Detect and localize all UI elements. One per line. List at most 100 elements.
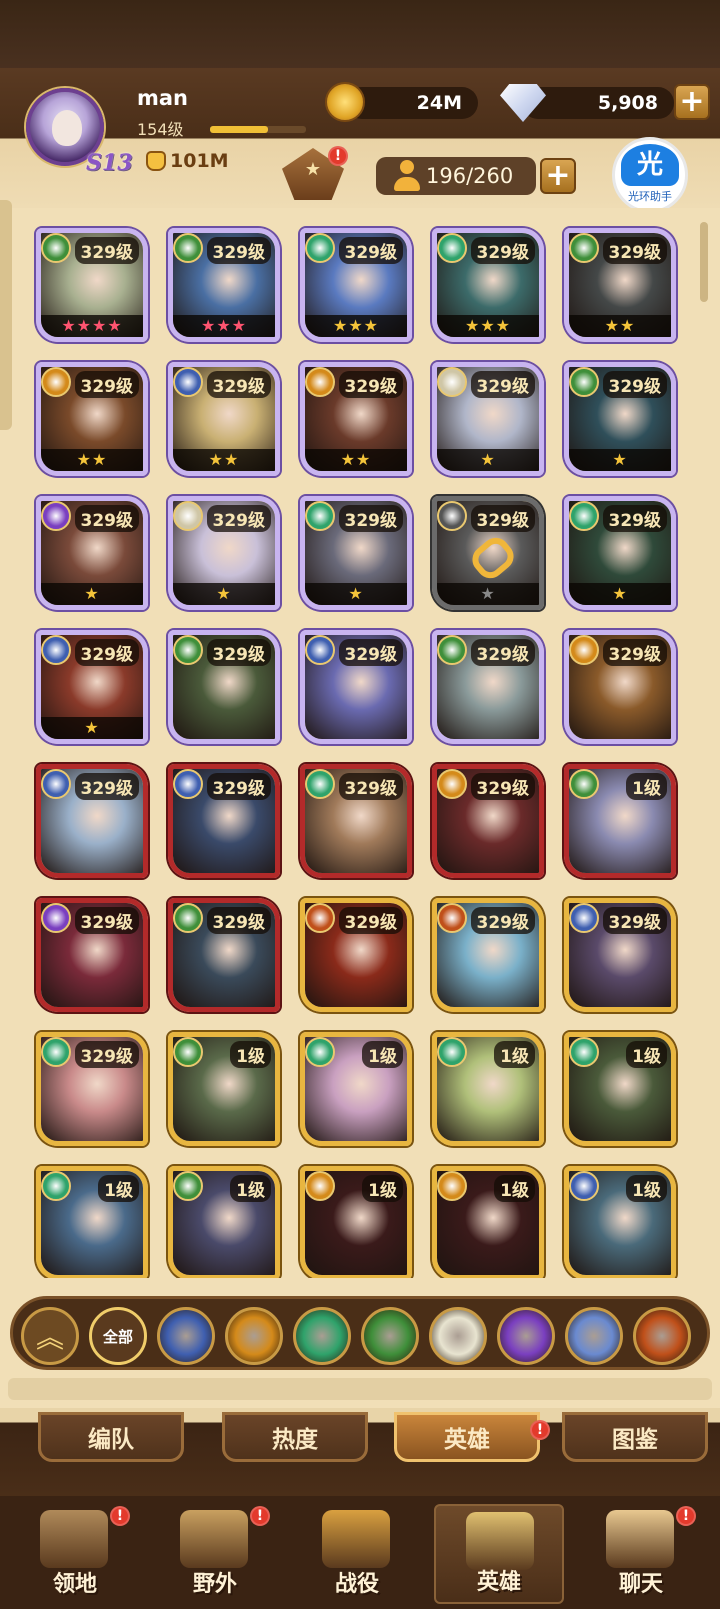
hero-card[interactable]: 329级 ★★ xyxy=(36,362,148,476)
nav-alert-dot: ! xyxy=(676,1506,696,1526)
nav-item[interactable]: 战役 xyxy=(292,1504,422,1604)
hero-card[interactable]: 329级 ★★★ xyxy=(300,228,412,342)
hero-card[interactable]: 1级 xyxy=(564,1166,676,1278)
subtab-label: 图鉴 xyxy=(612,1427,658,1453)
season-badge: S13 xyxy=(86,150,133,176)
xp-bar-fill xyxy=(210,126,268,133)
hero-card[interactable]: 329级 xyxy=(300,630,412,744)
hero-card[interactable]: 329级 xyxy=(300,898,412,1012)
hero-level: 329级 xyxy=(470,505,535,532)
hero-stars: ★ xyxy=(569,583,671,605)
graveborn-icon[interactable] xyxy=(361,1307,419,1365)
wilder-icon[interactable] xyxy=(293,1307,351,1365)
hero-card[interactable]: 329级 ★★ xyxy=(564,228,676,342)
hero-capacity-value: 196/260 xyxy=(426,164,514,188)
hero-card[interactable]: 329级 xyxy=(36,1032,148,1146)
dimensional-icon[interactable] xyxy=(565,1307,623,1365)
hero-stars: ★ xyxy=(437,449,539,471)
add-diamonds-button[interactable]: + xyxy=(674,84,710,120)
hero-card[interactable]: 1级 xyxy=(300,1166,412,1278)
hero-level: 329级 xyxy=(470,907,535,934)
hero-card[interactable]: 1级 xyxy=(36,1166,148,1278)
hero-stars: ★★★ xyxy=(437,315,539,337)
hero-card[interactable]: 1级 xyxy=(564,1032,676,1146)
hero-card[interactable]: 329级 xyxy=(432,630,544,744)
hero-card[interactable]: 329级 ★ xyxy=(432,496,544,610)
nav-item[interactable]: 英雄 xyxy=(434,1504,564,1604)
hero-card[interactable]: 329级 xyxy=(36,764,148,878)
helper-overlay-button[interactable]: 光 光环助手 xyxy=(612,137,688,213)
combat-power: 101M xyxy=(146,150,229,172)
nav-label: 聊天 xyxy=(618,1572,663,1597)
hero-card[interactable]: 329级 xyxy=(300,764,412,878)
hero-card[interactable]: 329级 ★ xyxy=(36,630,148,744)
hero-stars: ★ xyxy=(569,449,671,471)
faction-icon xyxy=(41,903,71,933)
faction-icon xyxy=(41,233,71,263)
draconis-icon[interactable] xyxy=(633,1307,691,1365)
hero-level: 329级 xyxy=(206,371,271,398)
subtab[interactable]: 图鉴 xyxy=(562,1412,708,1462)
hero-card[interactable]: 329级 xyxy=(432,898,544,1012)
subtab[interactable]: 英雄 xyxy=(394,1412,540,1462)
hero-level: 329级 xyxy=(470,237,535,264)
faction-icon xyxy=(305,233,335,263)
divider xyxy=(8,1378,712,1400)
hero-card[interactable]: 329级 ★★★ xyxy=(168,228,280,342)
nav-alert-dot: ! xyxy=(110,1506,130,1526)
hero-stars: ★★ xyxy=(305,449,407,471)
hero-card[interactable]: 329级 xyxy=(564,898,676,1012)
hero-card[interactable]: 329级 xyxy=(168,898,280,1012)
hero-card[interactable]: 329级 ★★★★ xyxy=(36,228,148,342)
nav-label: 领地 xyxy=(52,1572,97,1597)
hero-stars: ★ xyxy=(437,583,539,605)
collapse-filter-button[interactable]: ︽ xyxy=(21,1307,79,1365)
hero-card[interactable]: 1级 xyxy=(432,1032,544,1146)
hero-card[interactable]: 329级 ★ xyxy=(564,496,676,610)
hero-card[interactable]: 329级 ★★ xyxy=(300,362,412,476)
filter-all-button[interactable]: 全部 xyxy=(89,1307,147,1365)
hero-card[interactable]: 329级 xyxy=(168,764,280,878)
hero-card[interactable]: 329级 ★ xyxy=(300,496,412,610)
hero-card[interactable]: 329级 ★ xyxy=(168,496,280,610)
hero-stars: ★★★★ xyxy=(41,315,143,337)
hero-card[interactable]: 329级 xyxy=(564,630,676,744)
mauler-icon[interactable] xyxy=(225,1307,283,1365)
hero-card[interactable]: 1级 xyxy=(432,1166,544,1278)
hero-card[interactable]: 329级 ★★ xyxy=(168,362,280,476)
hero-level: 329级 xyxy=(74,1041,139,1068)
hero-card[interactable]: 329级 ★★★ xyxy=(432,228,544,342)
faction-icon xyxy=(173,501,203,531)
hero-card[interactable]: 1级 xyxy=(168,1032,280,1146)
celestial-icon[interactable] xyxy=(429,1307,487,1365)
hero-level: 1级 xyxy=(362,1041,403,1068)
subtab[interactable]: 编队 xyxy=(38,1412,184,1462)
subtab[interactable]: 热度 xyxy=(222,1412,368,1462)
add-capacity-button[interactable]: + xyxy=(540,158,576,194)
hero-card[interactable]: 1级 xyxy=(564,764,676,878)
hero-card[interactable]: 1级 xyxy=(300,1032,412,1146)
hero-level: 329级 xyxy=(206,505,271,532)
lightbearer-icon[interactable] xyxy=(157,1307,215,1365)
hero-card[interactable]: 329级 xyxy=(168,630,280,744)
faction-icon xyxy=(41,1171,71,1201)
faction-icon xyxy=(173,1037,203,1067)
chat-bubble-icon xyxy=(606,1510,674,1568)
hypogean-icon[interactable] xyxy=(497,1307,555,1365)
hero-card[interactable]: 329级 ★ xyxy=(36,496,148,610)
diamond-counter: 5,908 xyxy=(522,87,674,119)
hero-level: 1级 xyxy=(98,1175,139,1202)
faction-icon xyxy=(305,635,335,665)
hero-level: 1级 xyxy=(626,773,667,800)
hero-card[interactable]: 329级 ★ xyxy=(564,362,676,476)
nav-label: 英雄 xyxy=(476,1570,521,1595)
hero-card[interactable]: 1级 xyxy=(168,1166,280,1278)
castle-icon xyxy=(40,1510,108,1568)
faction-icon xyxy=(305,903,335,933)
hero-grid-scrollbar[interactable] xyxy=(700,222,708,302)
hero-card[interactable]: 329级 xyxy=(36,898,148,1012)
hero-card[interactable]: 329级 ★ xyxy=(432,362,544,476)
hero-grid[interactable]: 329级 ★★★★ 329级 ★★★ 329级 ★★★ 329级 ★★★ 329级 ★★ 329级 ★… xyxy=(0,208,720,1278)
nav-alert-dot: ! xyxy=(250,1506,270,1526)
hero-card[interactable]: 329级 xyxy=(432,764,544,878)
